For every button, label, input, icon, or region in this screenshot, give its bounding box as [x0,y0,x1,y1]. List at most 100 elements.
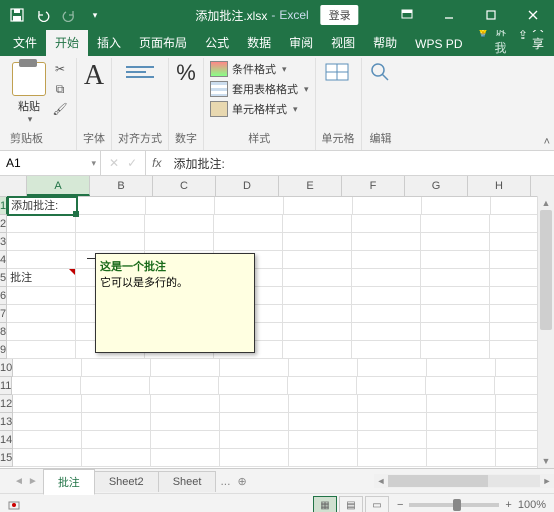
zoom-knob[interactable] [453,499,461,511]
cell[interactable] [288,377,357,395]
save-icon[interactable] [6,4,28,26]
font-group[interactable]: A 字体 [77,58,112,150]
cell[interactable] [421,341,490,359]
cell[interactable] [151,395,220,413]
cell[interactable] [353,197,422,215]
cell[interactable] [289,395,358,413]
zoom-in-button[interactable]: + [505,499,511,511]
cell[interactable] [220,449,289,467]
cell[interactable] [13,359,82,377]
login-button[interactable]: 登录 [321,5,359,25]
col-header-f[interactable]: F [342,176,405,196]
tab-insert[interactable]: 插入 [88,30,130,56]
col-header-e[interactable]: E [279,176,342,196]
spreadsheet-grid[interactable]: A B C D E F G H 1添加批注:2345批注678910111213… [0,176,554,468]
conditional-formatting-button[interactable]: 条件格式▾ [210,60,309,78]
cell[interactable] [283,287,352,305]
cell[interactable] [352,323,421,341]
tab-formulas[interactable]: 公式 [196,30,238,56]
row-header-7[interactable]: 7 [0,305,7,323]
macro-record-icon[interactable] [8,499,20,511]
close-icon[interactable] [512,0,554,30]
sheet-tab-1[interactable]: 批注 [43,469,95,495]
page-break-view-icon[interactable]: ▭ [365,496,389,512]
row-header-14[interactable]: 14 [0,431,13,449]
row-header-8[interactable]: 8 [0,323,7,341]
cell[interactable] [82,413,151,431]
horizontal-scrollbar[interactable]: ◄ ► [374,474,554,488]
name-box-dropdown-icon[interactable]: ▾ [91,158,96,169]
page-layout-view-icon[interactable]: ▤ [339,496,363,512]
minimize-icon[interactable] [428,0,470,30]
sheet-nav-prev-icon[interactable]: ◄ [14,476,24,487]
format-painter-icon[interactable]: 🖌 [50,100,70,118]
tab-file[interactable]: 文件 [4,30,46,56]
collapse-ribbon-icon[interactable]: ˄ [544,136,550,148]
row-header-12[interactable]: 12 [0,395,13,413]
enter-formula-icon[interactable]: ✓ [127,156,137,170]
cell[interactable] [145,233,214,251]
cell[interactable] [220,431,289,449]
cell[interactable] [352,269,421,287]
sheet-tab-3[interactable]: Sheet [158,471,217,492]
sheet-nav-next-icon[interactable]: ► [28,476,38,487]
cell[interactable] [352,233,421,251]
cell[interactable] [358,431,427,449]
cell[interactable] [352,287,421,305]
table-format-button[interactable]: 套用表格格式▾ [210,80,309,98]
cell[interactable] [13,449,82,467]
cell[interactable] [421,233,490,251]
col-header-a[interactable]: A [27,176,90,196]
cell[interactable] [421,287,490,305]
cell[interactable] [283,305,352,323]
cell[interactable] [427,431,496,449]
row-header-1[interactable]: 1 [0,197,8,215]
cell[interactable] [220,413,289,431]
scroll-right-icon[interactable]: ► [540,476,554,486]
cell[interactable] [422,197,491,215]
tab-wps[interactable]: WPS PD [406,33,471,56]
cell[interactable] [427,359,496,377]
cell[interactable] [283,269,352,287]
cell[interactable] [7,341,76,359]
row-header-4[interactable]: 4 [0,251,7,269]
cell[interactable]: 添加批注: [8,197,77,215]
cell[interactable] [7,305,76,323]
cell[interactable] [7,233,76,251]
cell-styles-button[interactable]: 单元格样式▾ [210,100,309,118]
cell[interactable] [220,359,289,377]
cell[interactable] [76,215,145,233]
formula-input[interactable]: 添加批注: [167,155,554,172]
tab-layout[interactable]: 页面布局 [130,30,196,56]
col-header-g[interactable]: G [405,176,468,196]
zoom-slider[interactable] [409,503,499,507]
cell[interactable] [151,431,220,449]
cell[interactable] [77,197,146,215]
cell[interactable] [82,395,151,413]
cell[interactable] [82,449,151,467]
cell[interactable] [150,377,219,395]
paste-dropdown-icon[interactable]: ▾ [28,114,33,125]
row-header-5[interactable]: 5 [0,269,7,287]
cell[interactable] [283,341,352,359]
cell[interactable] [421,215,490,233]
cut-icon[interactable]: ✂ [50,60,70,78]
col-header-c[interactable]: C [153,176,216,196]
copy-icon[interactable]: ⧉ [50,80,70,98]
cell[interactable] [151,449,220,467]
zoom-level[interactable]: 100% [518,499,546,511]
hscroll-thumb[interactable] [388,475,488,487]
cell[interactable] [7,251,76,269]
normal-view-icon[interactable]: ▦ [313,496,337,512]
cell[interactable] [421,305,490,323]
col-header-b[interactable]: B [90,176,153,196]
cell[interactable] [427,449,496,467]
cell[interactable] [358,449,427,467]
cell[interactable] [283,233,352,251]
row-header-6[interactable]: 6 [0,287,7,305]
cell[interactable] [151,359,220,377]
col-header-h[interactable]: H [468,176,531,196]
undo-icon[interactable] [32,4,54,26]
cell[interactable] [82,431,151,449]
alignment-group[interactable]: 对齐方式 [112,58,169,150]
